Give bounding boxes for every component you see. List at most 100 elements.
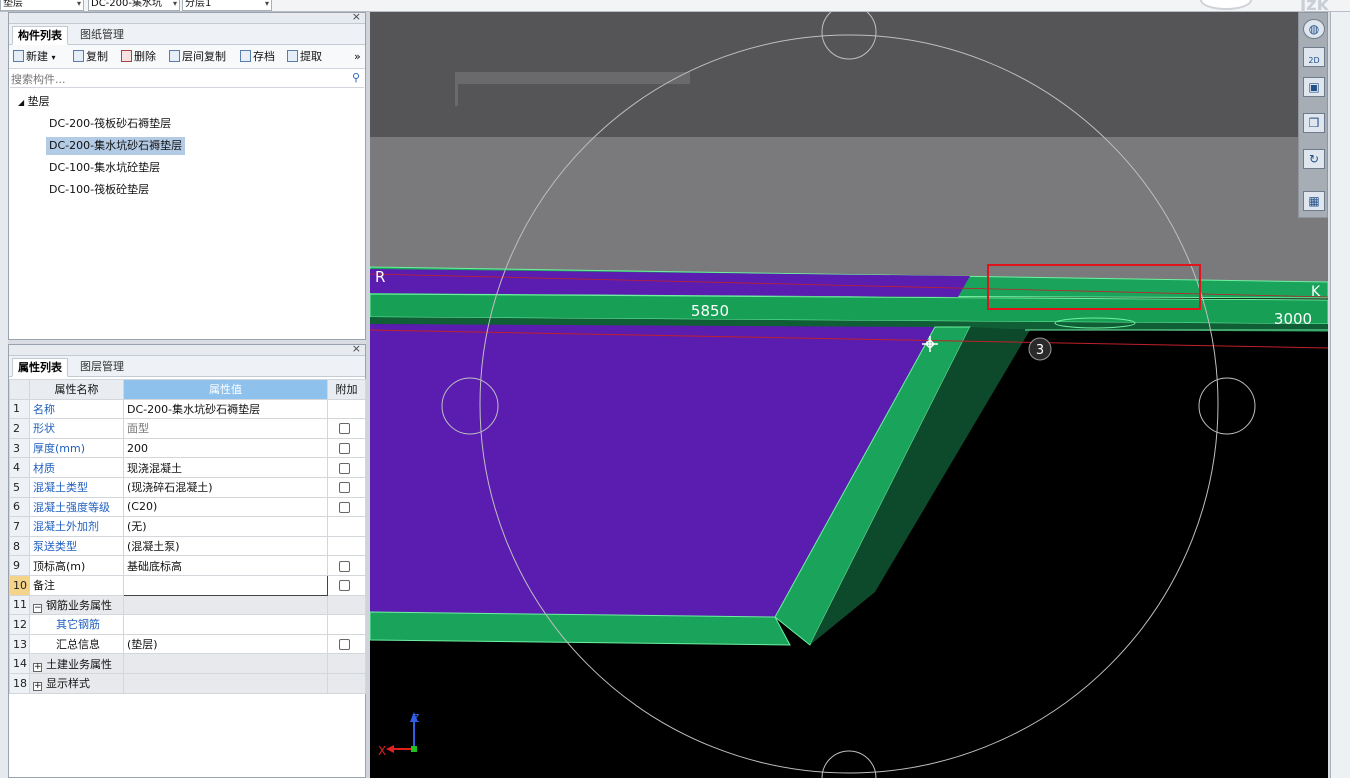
orbit-handle-right[interactable] (1198, 377, 1256, 435)
close-icon[interactable]: × (352, 342, 361, 355)
delete-button[interactable]: 删除 (121, 49, 156, 65)
collapse-icon[interactable]: − (33, 603, 42, 613)
tree-root-label: 垫层 (27, 95, 50, 108)
collapse-arrow-icon[interactable]: ◢ (18, 98, 24, 107)
tree-root[interactable]: ◢ 垫层 (15, 93, 53, 111)
property-value[interactable]: (混凝土泵) (123, 535, 328, 557)
component-search: ⚲ (10, 70, 364, 88)
table-row[interactable]: 11− 钢筋业务属性 (9, 594, 366, 616)
tab-property-list[interactable]: 属性列表 (12, 358, 68, 377)
property-name-label: 土建业务属性 (46, 657, 112, 671)
archive-icon (240, 50, 251, 62)
row-number: 10 (9, 574, 30, 596)
extract-icon (287, 50, 298, 62)
property-name: 泵送类型 (29, 535, 124, 557)
component-tabs: 构件列表 图纸管理 (9, 24, 365, 45)
table-row[interactable]: 18 + 显示样式 (9, 672, 366, 694)
archive-label: 存档 (253, 50, 275, 63)
property-value[interactable]: 现浇混凝土 (123, 457, 328, 478)
x-axis-label: X (378, 744, 386, 758)
table-row[interactable]: 1 名称 DC-200-集水坑砂石褥垫层 (9, 398, 366, 420)
component-panel: × 构件列表 图纸管理 新建 ▾ 复制 删除 层间复制 存档 提取 » ⚲ ◢ … (8, 10, 366, 340)
extra-cell (327, 633, 366, 655)
tab-component-list[interactable]: 构件列表 (12, 26, 68, 45)
property-name: 厚度(mm) (29, 437, 124, 459)
orbit-handle-bottom[interactable] (821, 750, 877, 778)
extra-checkbox[interactable] (339, 560, 350, 572)
extra-cell (327, 516, 366, 537)
search-input[interactable] (10, 71, 340, 87)
table-row[interactable]: 4 材质 现浇混凝土 (9, 457, 366, 478)
expand-icon[interactable]: + (33, 662, 42, 672)
box-3d-icon[interactable]: ❒ (1303, 113, 1325, 133)
floor-select[interactable]: 垫层 ▾ (0, 0, 84, 11)
table-row[interactable]: 8 泵送类型 (混凝土泵) (9, 535, 366, 557)
extra-checkbox[interactable] (339, 501, 350, 513)
property-value[interactable]: 基础底标高 (123, 555, 328, 576)
new-icon (13, 50, 24, 62)
table-row[interactable]: 13 汇总信息 (垫层) (9, 633, 366, 655)
property-name: + 显示样式 (29, 672, 124, 694)
extra-checkbox[interactable] (339, 462, 350, 474)
extra-cell (327, 398, 366, 420)
table-icon[interactable]: ▦ (1303, 191, 1325, 211)
table-row[interactable]: 3 厚度(mm) 200 (9, 437, 366, 459)
table-row[interactable]: 2 形状 面型 (9, 418, 366, 439)
expand-icon[interactable]: + (33, 682, 42, 692)
component-select[interactable]: DC-200-集水坑 ▾ (88, 0, 180, 11)
table-row[interactable]: 6 混凝土强度等级 (C20) (9, 496, 366, 518)
tree-item[interactable]: DC-100-筏板砼垫层 (46, 181, 152, 199)
property-value[interactable]: 200 (123, 437, 328, 459)
property-value[interactable]: (垫层) (123, 633, 328, 655)
property-value[interactable]: (无) (123, 516, 328, 537)
property-name-label: 顶标高(m) (33, 559, 86, 573)
orbit-icon[interactable]: ◍ (1303, 19, 1325, 39)
new-button[interactable]: 新建 ▾ (13, 49, 56, 65)
property-value[interactable]: (现浇碎石混凝土) (123, 476, 328, 498)
property-value[interactable]: 面型 (123, 418, 328, 439)
extra-checkbox[interactable] (339, 423, 350, 435)
table-row[interactable]: 10 备注 (9, 574, 366, 596)
layer-select[interactable]: 分层1 ▾ (182, 0, 272, 11)
close-icon[interactable]: × (352, 10, 361, 23)
property-value[interactable] (123, 594, 328, 616)
property-value[interactable]: (C20) (123, 496, 328, 518)
table-row[interactable]: 12 其它钢筋 (9, 614, 366, 635)
table-row[interactable]: 9 顶标高(m) 基础底标高 (9, 555, 366, 576)
property-name: 其它钢筋 (29, 614, 124, 635)
view-mode-label: 2D (1308, 56, 1320, 65)
property-value[interactable] (123, 653, 328, 674)
extra-checkbox[interactable] (339, 639, 350, 651)
property-value[interactable] (123, 672, 328, 694)
property-value[interactable] (123, 574, 328, 596)
property-name: 备注 (29, 574, 124, 596)
archive-button[interactable]: 存档 (240, 49, 275, 65)
extra-checkbox[interactable] (339, 580, 350, 592)
model-canvas[interactable]: 3 5850 3000 R K Z X (370, 12, 1328, 778)
tab-layer-management[interactable]: 图层管理 (75, 358, 129, 377)
floor-copy-button[interactable]: 层间复制 (169, 49, 226, 65)
rotate-icon[interactable]: ↻ (1303, 149, 1325, 169)
view-toolbar: ◍ 2D ▣ ❒ ↻ ▦ (1298, 12, 1328, 218)
property-name-label: 形状 (33, 422, 55, 436)
copy-button[interactable]: 复制 (73, 49, 108, 65)
extra-checkbox[interactable] (339, 482, 350, 494)
table-row[interactable]: 7 混凝土外加剂 (无) (9, 516, 366, 537)
tab-drawing-management[interactable]: 图纸管理 (75, 26, 129, 45)
property-value[interactable]: DC-200-集水坑砂石褥垫层 (123, 398, 328, 420)
more-button[interactable]: » (354, 49, 361, 65)
2d-view-icon[interactable]: 2D (1303, 47, 1325, 67)
row-number: 3 (9, 437, 30, 459)
tree-item-selected[interactable]: DC-200-集水坑砂石褥垫层 (46, 137, 186, 155)
extra-checkbox[interactable] (339, 443, 350, 455)
table-row[interactable]: 5 混凝土类型 (现浇碎石混凝土) (9, 476, 366, 498)
3d-viewport[interactable]: 3 5850 3000 R K Z X (370, 12, 1328, 778)
extract-button[interactable]: 提取 (287, 49, 322, 65)
tree-item[interactable]: DC-200-筏板砂石褥垫层 (46, 115, 174, 133)
box-front-icon[interactable]: ▣ (1303, 77, 1325, 97)
tree-item[interactable]: DC-100-集水坑砼垫层 (46, 159, 163, 177)
table-row[interactable]: 14 + 土建业务属性 (9, 653, 366, 674)
search-icon[interactable]: ⚲ (352, 71, 360, 84)
chevron-down-icon: ▾ (76, 0, 81, 8)
property-value[interactable] (123, 614, 328, 635)
